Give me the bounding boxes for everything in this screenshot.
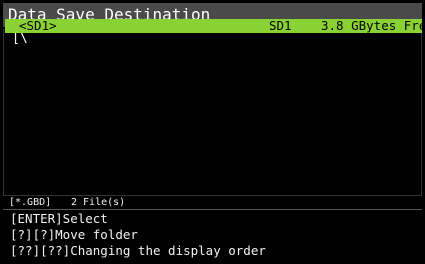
help-panel: [ENTER]Select [?][?]Move folder [??][??]…: [3, 211, 422, 262]
help-move-folder: [?][?]Move folder: [10, 227, 138, 242]
status-bar: [*.GBD] 2 File(s): [3, 197, 422, 209]
row-name: <SD1>: [19, 19, 57, 33]
file-list-row-sd1[interactable]: <SD1> SD1 3.8 GBytes Fre: [5, 19, 422, 33]
data-save-destination-screen: Data Save Destination [\ <SD1> SD1 3.8 G…: [0, 0, 425, 264]
current-path: [\: [12, 31, 28, 46]
help-display-order: [??][??]Changing the display order: [10, 243, 266, 258]
divider: [3, 209, 422, 210]
row-drive: SD1: [269, 19, 292, 33]
help-enter-select: [ENTER]Select: [10, 211, 108, 226]
file-filter: [*.GBD]: [9, 197, 52, 208]
row-free-space: 3.8 GBytes Fre: [321, 19, 422, 33]
file-count: 2 File(s): [71, 197, 126, 208]
file-browser-panel: [\: [3, 29, 422, 196]
